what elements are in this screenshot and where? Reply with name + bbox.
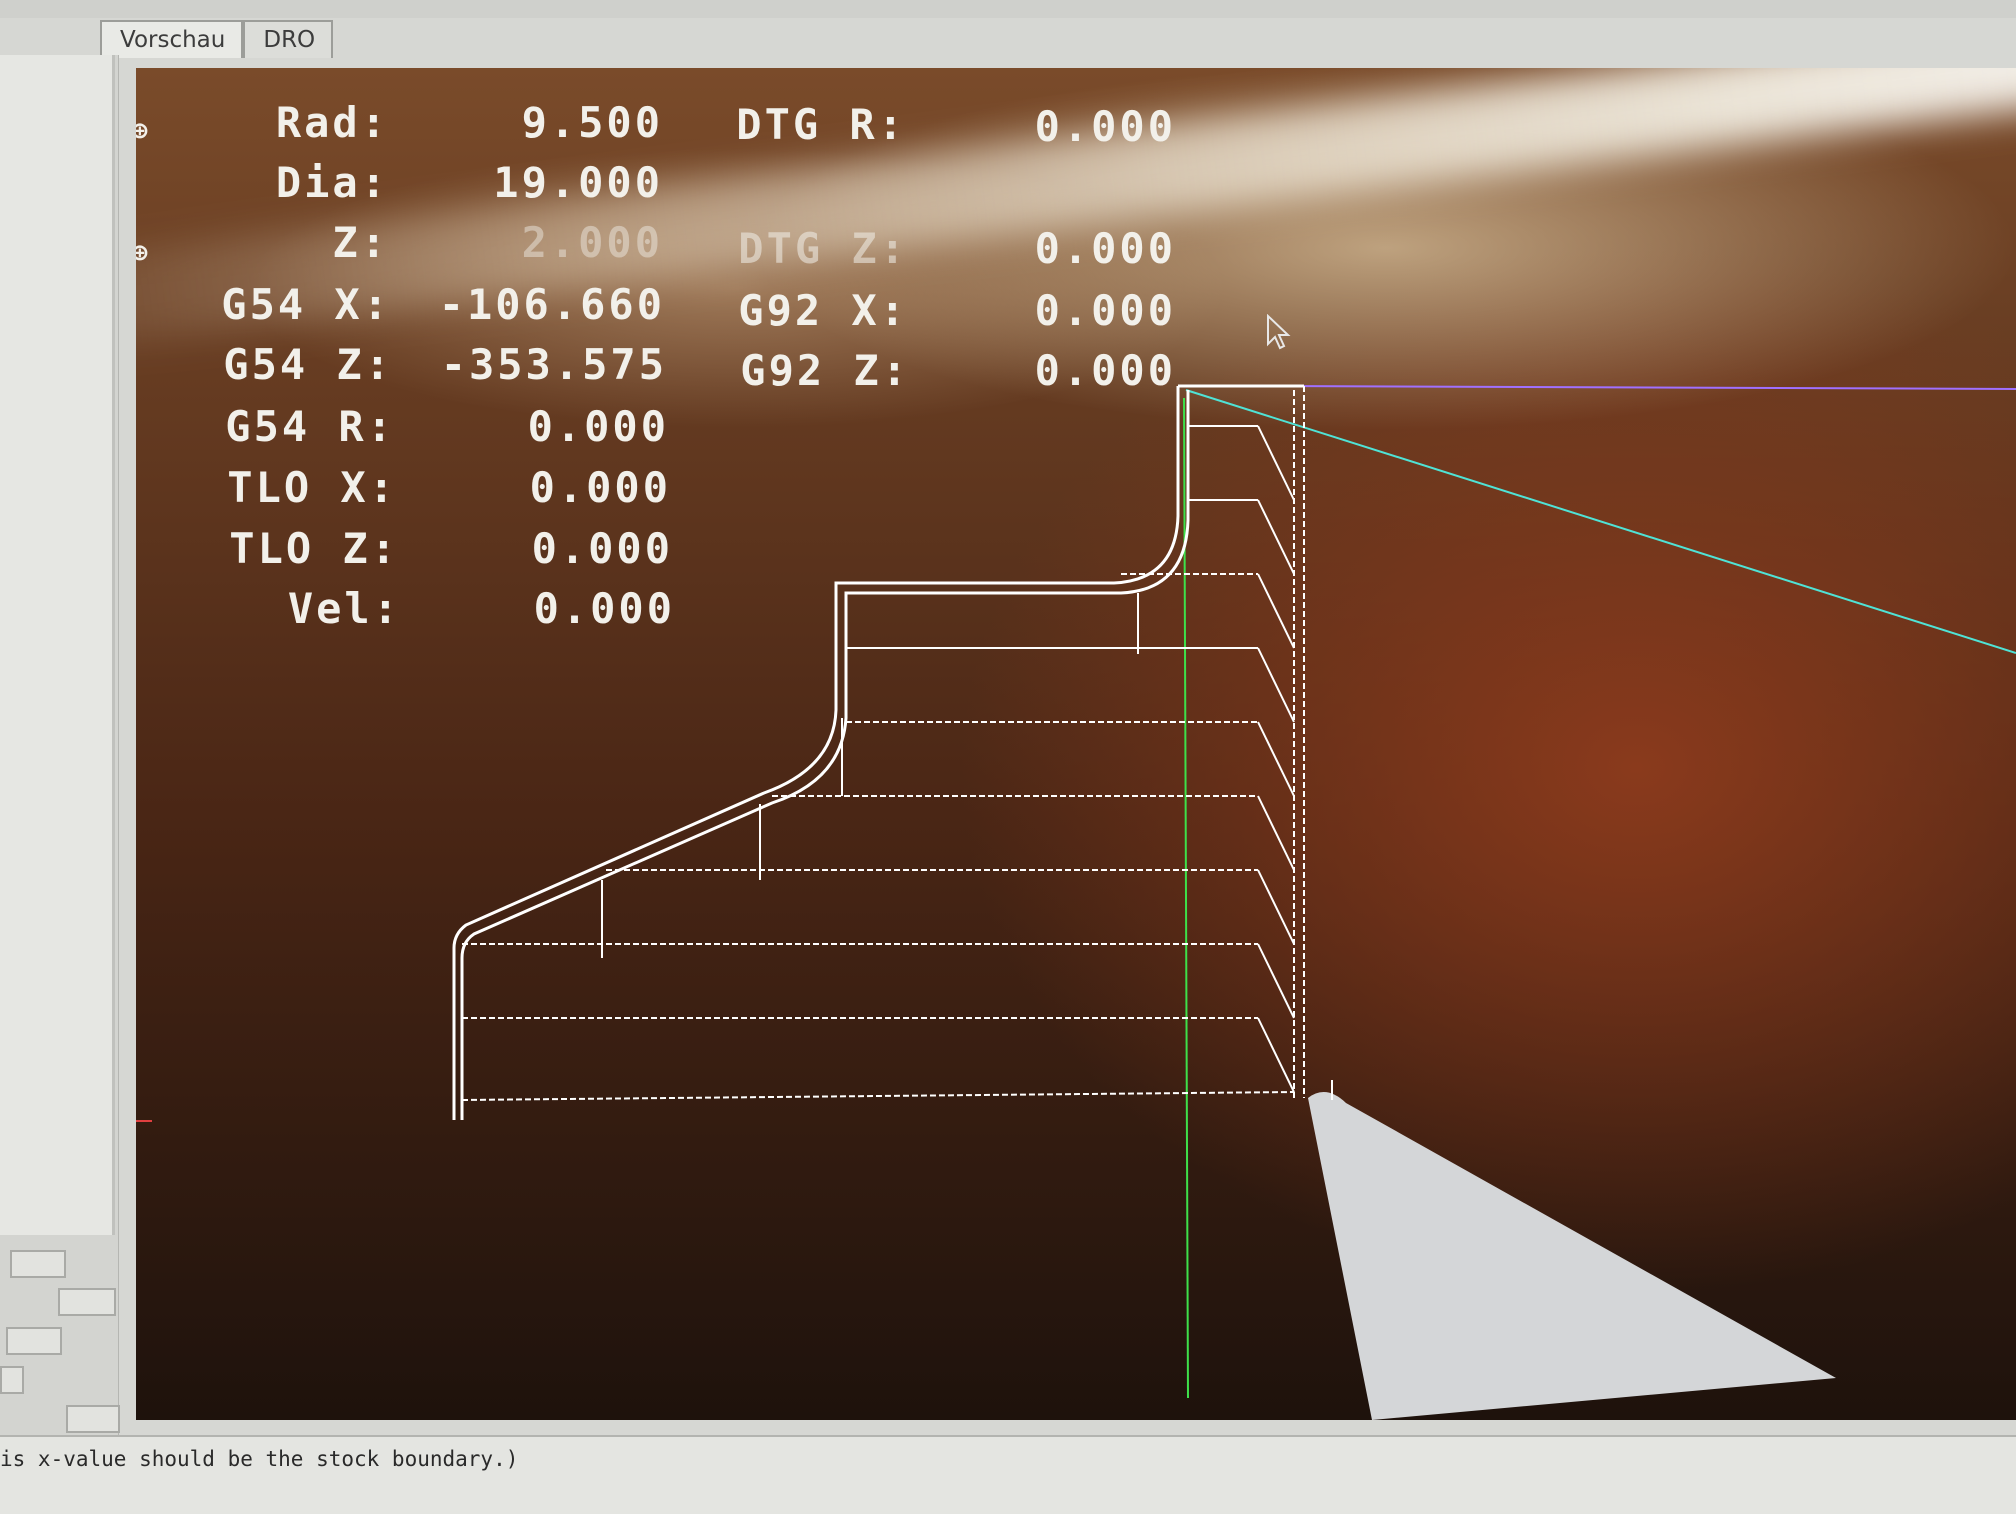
dro-g54z-value: -353.575 <box>440 340 667 389</box>
dro-tlox-value: 0.000 <box>529 463 671 512</box>
left-control-panel <box>0 55 120 1455</box>
dro-g92z-label: G92 Z: <box>740 346 910 395</box>
side-button-3[interactable] <box>6 1327 62 1355</box>
side-button-1[interactable] <box>10 1250 66 1278</box>
dro-z-label: Z: <box>332 218 389 267</box>
dro-rad-value: 9.500 <box>521 98 663 147</box>
dro-g54r-label: G54 R: <box>225 402 395 451</box>
view-tabs: Vorschau DRO <box>100 20 334 58</box>
left-panel-area <box>0 55 115 1235</box>
side-button-2[interactable] <box>58 1288 116 1316</box>
dro-g92x-value: 0.000 <box>1034 286 1176 335</box>
dro-tloz-value: 0.000 <box>531 524 673 573</box>
dro-z-value: 2.000 <box>521 218 663 267</box>
tab-dro[interactable]: DRO <box>243 20 334 58</box>
side-button-4[interactable] <box>0 1366 24 1394</box>
dro-rad-label: Rad: <box>275 98 389 147</box>
dro-g54r-value: 0.000 <box>527 402 669 451</box>
lathe-tool <box>1308 1092 1836 1420</box>
dro-g54x-label: G54 X: <box>221 280 391 329</box>
dro-dtgr-value: 0.000 <box>1034 102 1176 151</box>
dro-g54x-value: -106.660 <box>438 280 665 329</box>
top-toolbar-strip <box>0 0 2016 18</box>
mouse-pointer-icon <box>1267 314 1291 350</box>
limit-line <box>1275 385 2016 390</box>
dro-dtgz-label: DTG Z: <box>738 224 908 273</box>
dro-vel-label: Vel: <box>287 584 401 633</box>
dro-overlay: ⊕ ⊕ Rad: 9.500 Dia: 19.000 Z: 2.000 G54 … <box>136 68 1336 768</box>
toolpath-preview-canvas[interactable]: ⊕ ⊕ Rad: 9.500 Dia: 19.000 Z: 2.000 G54 … <box>136 68 2016 1420</box>
dro-dtgz-value: 0.000 <box>1034 224 1176 273</box>
dro-vel-value: 0.000 <box>533 584 675 633</box>
dro-g92x-label: G92 X: <box>738 286 908 335</box>
dro-dia-label: Dia: <box>275 158 389 207</box>
dro-tlox-label: TLO X: <box>227 463 397 512</box>
dro-tloz-label: TLO Z: <box>229 524 399 573</box>
side-button-5[interactable] <box>66 1405 120 1433</box>
dro-g54z-label: G54 Z: <box>223 340 393 389</box>
dro-dia-value: 19.000 <box>493 158 663 207</box>
gcode-console: is x-value should be the stock boundary.… <box>0 1435 2016 1514</box>
console-line: is x-value should be the stock boundary.… <box>0 1447 519 1471</box>
dro-dtgr-label: DTG R: <box>736 100 906 149</box>
dro-g92z-value: 0.000 <box>1034 346 1176 395</box>
tab-vorschau[interactable]: Vorschau <box>100 20 244 58</box>
